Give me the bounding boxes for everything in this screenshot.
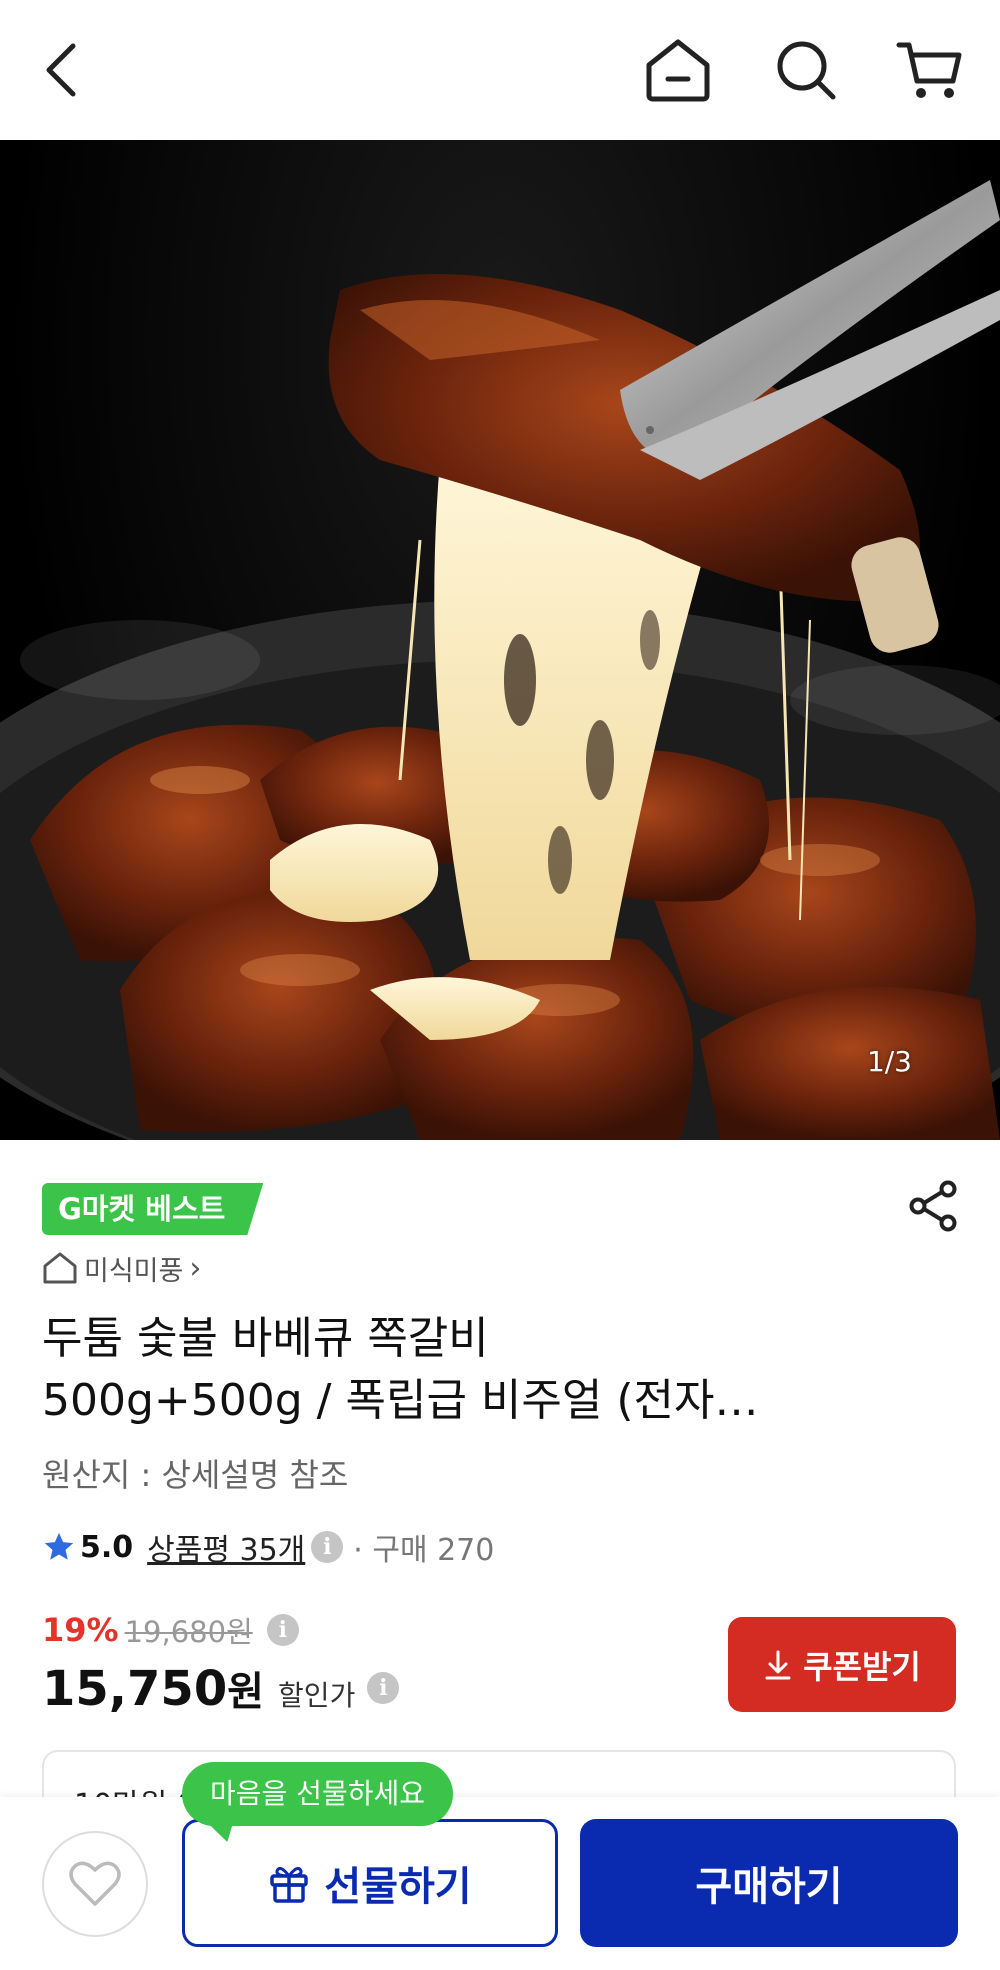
back-button[interactable] — [22, 30, 102, 110]
purchase-count: · 구매 270 — [353, 1533, 495, 1568]
gmarket-best-badge: G마켓 베스트 — [42, 1183, 263, 1235]
chevron-left-icon — [46, 43, 76, 97]
rating-score: 5.0 — [80, 1529, 134, 1565]
product-image[interactable] — [0, 140, 1000, 1140]
buy-label: 구매하기 — [695, 1864, 843, 1910]
coupon-label: 쿠폰받기 — [803, 1647, 921, 1686]
share-icon — [909, 1180, 957, 1232]
gift-button[interactable]: 선물하기 — [182, 1819, 558, 1947]
search-button[interactable] — [766, 30, 846, 110]
rating-row: 5.0 상품평 35개 i · 구매 270 — [42, 1522, 494, 1572]
product-title-line-1: 두툼 숯불 바베큐 쪽갈비 — [42, 1313, 489, 1364]
home-icon — [646, 39, 710, 102]
sale-info-icon[interactable]: i — [367, 1672, 400, 1704]
heart-icon — [69, 1861, 121, 1906]
product-page: 1/3 G마켓 베스트 미식미풍 › 두툼 숯불 바베큐 쪽갈비 500g+50… — [0, 0, 1000, 1970]
gift-tooltip: 마음을 선물하세요 — [182, 1762, 453, 1826]
discount-line: 19% 19,680원 i — [42, 1605, 399, 1655]
discount-rate: 19% — [42, 1611, 119, 1649]
top-nav-bar — [0, 0, 1000, 140]
coupon-download-button[interactable]: 쿠폰받기 — [728, 1617, 956, 1712]
home-button[interactable] — [638, 30, 718, 110]
store-name: 미식미풍 — [84, 1255, 184, 1287]
buy-button[interactable]: 구매하기 — [580, 1819, 958, 1947]
gift-label: 선물하기 — [324, 1864, 472, 1910]
sale-price-label: 할인가 — [278, 1679, 356, 1712]
info-icon[interactable]: i — [311, 1531, 344, 1563]
search-icon — [777, 41, 836, 100]
share-button[interactable] — [902, 1175, 964, 1237]
store-home-icon — [43, 1252, 77, 1284]
sale-price-unit: 원 — [227, 1669, 265, 1715]
cart-button[interactable] — [890, 30, 970, 110]
original-price: 19,680원 — [124, 1615, 253, 1649]
download-icon — [765, 1650, 791, 1679]
product-title: 두툼 숯불 바베큐 쪽갈비 500g+500g / 폭립급 비주얼 (전자… — [42, 1308, 922, 1432]
sale-price: 15,750 — [42, 1661, 228, 1717]
star-icon — [44, 1532, 74, 1560]
image-counter: 1/3 — [866, 1045, 912, 1078]
product-title-line-2: 500g+500g / 폭립급 비주얼 (전자… — [42, 1375, 759, 1426]
wishlist-button[interactable] — [42, 1831, 148, 1937]
review-count-link[interactable]: 상품평 35개 — [147, 1525, 305, 1569]
price-info-icon[interactable]: i — [266, 1614, 299, 1646]
gift-icon — [270, 1866, 309, 1903]
cart-icon — [896, 42, 962, 98]
product-photo-ribs — [0, 180, 1000, 1140]
store-link[interactable]: 미식미풍 › — [42, 1248, 201, 1288]
origin-info: 원산지 : 상세설명 참조 — [42, 1456, 349, 1494]
sale-price-line: 15,750 원 할인가 i — [42, 1659, 400, 1717]
bottom-action-bar: 선물하기 구매하기 — [0, 1797, 1000, 1970]
chevron-right-icon: › — [189, 1250, 202, 1286]
price-block: 19% 19,680원 i 15,750 원 할인가 i — [42, 1605, 400, 1717]
